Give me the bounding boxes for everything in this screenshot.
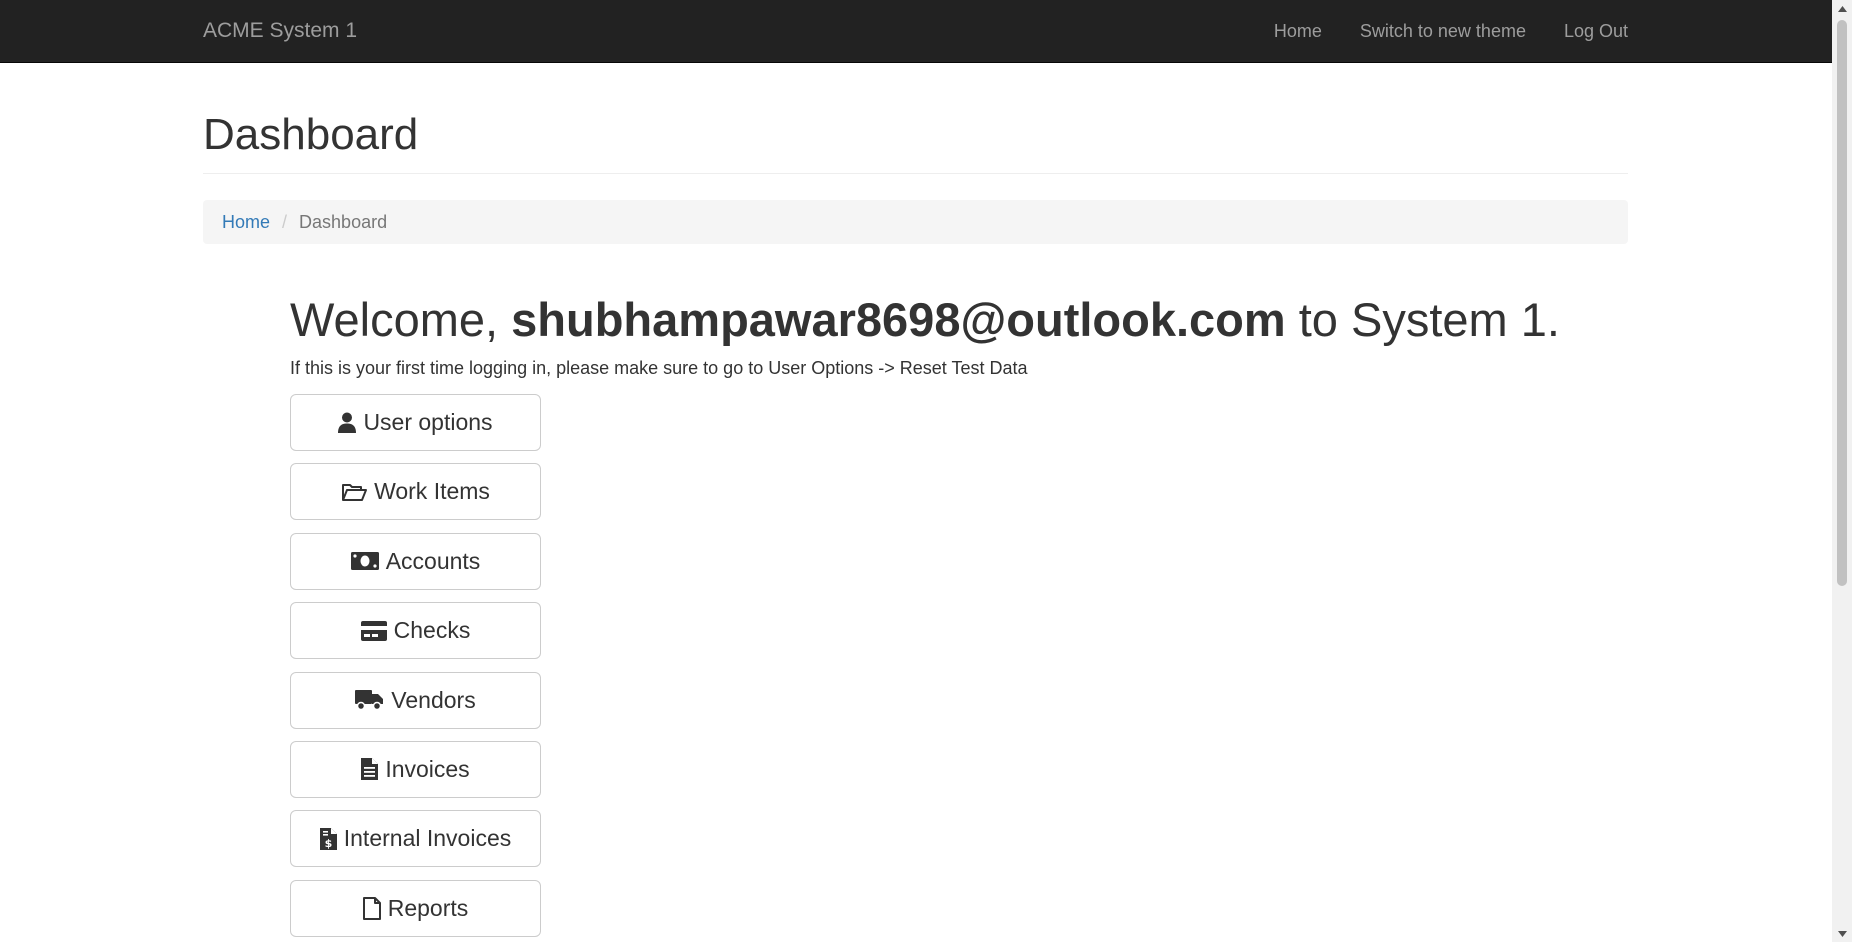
- welcome-suffix: to System 1.: [1298, 293, 1560, 346]
- work-items-label: Work Items: [374, 478, 490, 505]
- breadcrumb-separator: /: [282, 211, 288, 232]
- accounts-label: Accounts: [385, 547, 481, 574]
- nav-switch-theme-link[interactable]: Switch to new theme: [1360, 21, 1526, 42]
- breadcrumb-current: Dashboard: [299, 211, 388, 232]
- dashboard-button-list: User options Work Items Accounts Checks …: [290, 394, 541, 949]
- internal-invoices-label: Internal Invoices: [343, 825, 512, 852]
- top-navbar: ACME System 1 Home Switch to new theme L…: [0, 0, 1832, 63]
- folder-open-icon: [341, 482, 368, 502]
- svg-text:$: $: [324, 837, 332, 850]
- welcome-prefix: Welcome,: [290, 293, 499, 346]
- welcome-username: shubhampawar8698@outlook.com: [511, 293, 1286, 346]
- user-options-button[interactable]: User options: [290, 394, 541, 451]
- reports-button[interactable]: Reports: [290, 879, 541, 937]
- nav-home-link[interactable]: Home: [1274, 21, 1322, 42]
- scrollbar-thumb[interactable]: [1837, 20, 1847, 586]
- vendors-label: Vendors: [391, 686, 476, 713]
- user-icon: [338, 412, 357, 433]
- work-items-button[interactable]: Work Items: [290, 463, 541, 521]
- invoices-button[interactable]: Invoices: [290, 740, 541, 798]
- breadcrumb-home-link[interactable]: Home: [222, 212, 270, 233]
- internal-invoices-button[interactable]: $ Internal Invoices: [290, 810, 541, 868]
- money-bill-icon: [350, 552, 379, 571]
- accounts-button[interactable]: Accounts: [290, 532, 541, 590]
- nav-logout-link[interactable]: Log Out: [1564, 21, 1628, 42]
- nav-links: Home Switch to new theme Log Out: [1236, 21, 1628, 42]
- brand-link[interactable]: ACME System 1: [203, 19, 357, 43]
- credit-card-icon: [360, 620, 387, 641]
- first-login-hint: If this is your first time logging in, p…: [290, 358, 1028, 378]
- user-options-label: User options: [363, 409, 493, 435]
- scroll-up-arrow-icon[interactable]: [1832, 0, 1852, 17]
- page-title: Dashboard: [203, 110, 419, 159]
- breadcrumb: Home / Dashboard: [203, 200, 1628, 244]
- scroll-down-arrow-icon[interactable]: [1832, 925, 1852, 942]
- file-text-icon: [361, 758, 379, 781]
- file-invoice-dollar-icon: $: [319, 827, 337, 850]
- page-header: Dashboard: [203, 110, 1628, 174]
- welcome-heading: Welcome, shubhampawar8698@outlook.com to…: [290, 292, 1560, 347]
- checks-label: Checks: [393, 617, 471, 644]
- reports-label: Reports: [387, 894, 469, 921]
- truck-icon: [355, 689, 384, 711]
- file-icon: [362, 896, 381, 920]
- checks-button[interactable]: Checks: [290, 602, 541, 660]
- invoices-label: Invoices: [385, 755, 470, 782]
- vendors-button[interactable]: Vendors: [290, 671, 541, 729]
- vertical-scrollbar[interactable]: [1832, 0, 1852, 942]
